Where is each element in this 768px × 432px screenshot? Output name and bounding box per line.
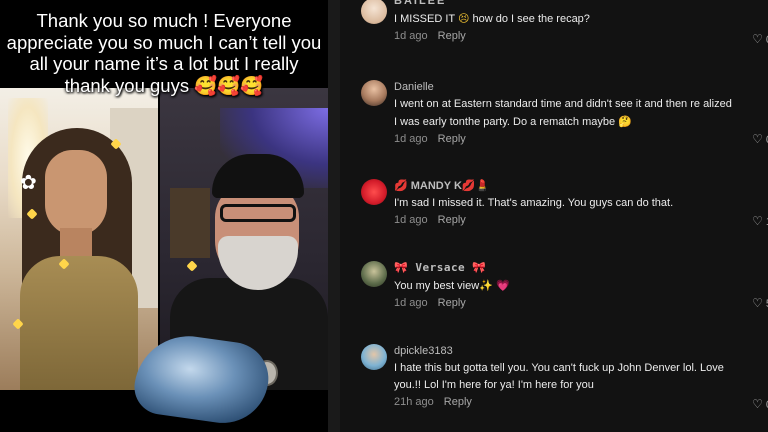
divider xyxy=(328,0,340,432)
heart-outline-icon: ♡ xyxy=(752,32,763,46)
comment-time: 1d ago xyxy=(394,30,428,42)
like-button[interactable]: ♡0 xyxy=(752,397,768,412)
avatar[interactable] xyxy=(361,179,387,205)
comment-username[interactable]: dpickle3183 xyxy=(394,344,768,358)
comment-username[interactable]: BAILEE xyxy=(394,0,768,8)
ribbon-emoji: 🎀 xyxy=(394,261,409,274)
comment-username[interactable]: 🎀 Versace 🎀 xyxy=(394,261,768,275)
heart-outline-icon: ♡ xyxy=(752,214,763,228)
reply-button[interactable]: Reply xyxy=(438,133,466,145)
like-button[interactable]: ♡1 xyxy=(752,214,768,229)
sparkles-emoji: ✨ xyxy=(479,279,493,292)
video-player[interactable]: ✿ Thank you so much ! Everyone appreciat… xyxy=(0,0,328,432)
thinking-face-emoji: 🤔 xyxy=(618,115,632,128)
growing-heart-emoji: 💗 xyxy=(495,279,510,292)
comment-text: I hate this but gotta tell you. You can'… xyxy=(394,362,724,391)
avatar[interactable] xyxy=(361,261,387,287)
like-button[interactable]: ♡0 xyxy=(752,32,768,47)
comment-meta: 1d ago Reply xyxy=(394,213,768,227)
heart-outline-icon: ♡ xyxy=(752,296,763,310)
video-caption: Thank you so much ! Everyone appreciate … xyxy=(6,10,322,96)
comment-text: I went on at Eastern standard time and d… xyxy=(394,98,732,128)
video-left-panel: ✿ xyxy=(0,88,158,390)
heart-outline-icon: ♡ xyxy=(752,132,763,146)
comment-time: 1d ago xyxy=(394,133,428,145)
comment-meta: 1d ago Reply xyxy=(394,296,768,310)
reply-button[interactable]: Reply xyxy=(444,396,472,408)
like-button[interactable]: ♡5 xyxy=(752,296,768,311)
comment-meta: 1d ago Reply xyxy=(394,132,768,146)
comment-text: I'm sad I missed it. That's amazing. You… xyxy=(394,197,674,209)
comment-time: 21h ago xyxy=(394,396,434,408)
lipstick-emoji: 💄 xyxy=(475,179,490,192)
ribbon-emoji: 🎀 xyxy=(472,261,487,274)
comment-meta: 21h ago Reply xyxy=(394,395,768,409)
reply-button[interactable]: Reply xyxy=(438,30,466,42)
kiss-mark-emoji: 💋 xyxy=(394,179,408,192)
flower-sticker-icon: ✿ xyxy=(20,172,37,194)
avatar[interactable] xyxy=(361,80,387,106)
like-button[interactable]: ♡0 xyxy=(752,132,768,147)
persevering-face-emoji: 😣 xyxy=(457,12,470,25)
comment-username[interactable]: 💋 MANDY K💋💄 xyxy=(394,179,768,193)
avatar[interactable] xyxy=(361,0,387,24)
kiss-mark-emoji: 💋 xyxy=(461,179,476,192)
comments-list[interactable]: BAILEE I MISSED IT 😣 how do I see the re… xyxy=(340,0,768,432)
comment-text: I MISSED IT 😣 how do I see the recap? xyxy=(394,12,590,25)
heart-outline-icon: ♡ xyxy=(752,397,763,411)
reply-button[interactable]: Reply xyxy=(438,214,466,226)
comment-text: You my best view✨ 💗 xyxy=(394,279,510,292)
avatar[interactable] xyxy=(361,344,387,370)
comment-username[interactable]: Danielle xyxy=(394,80,768,94)
comment-time: 1d ago xyxy=(394,297,428,309)
comment-meta: 1d ago Reply xyxy=(394,29,768,43)
reply-button[interactable]: Reply xyxy=(438,297,466,309)
comment-time: 1d ago xyxy=(394,214,428,226)
